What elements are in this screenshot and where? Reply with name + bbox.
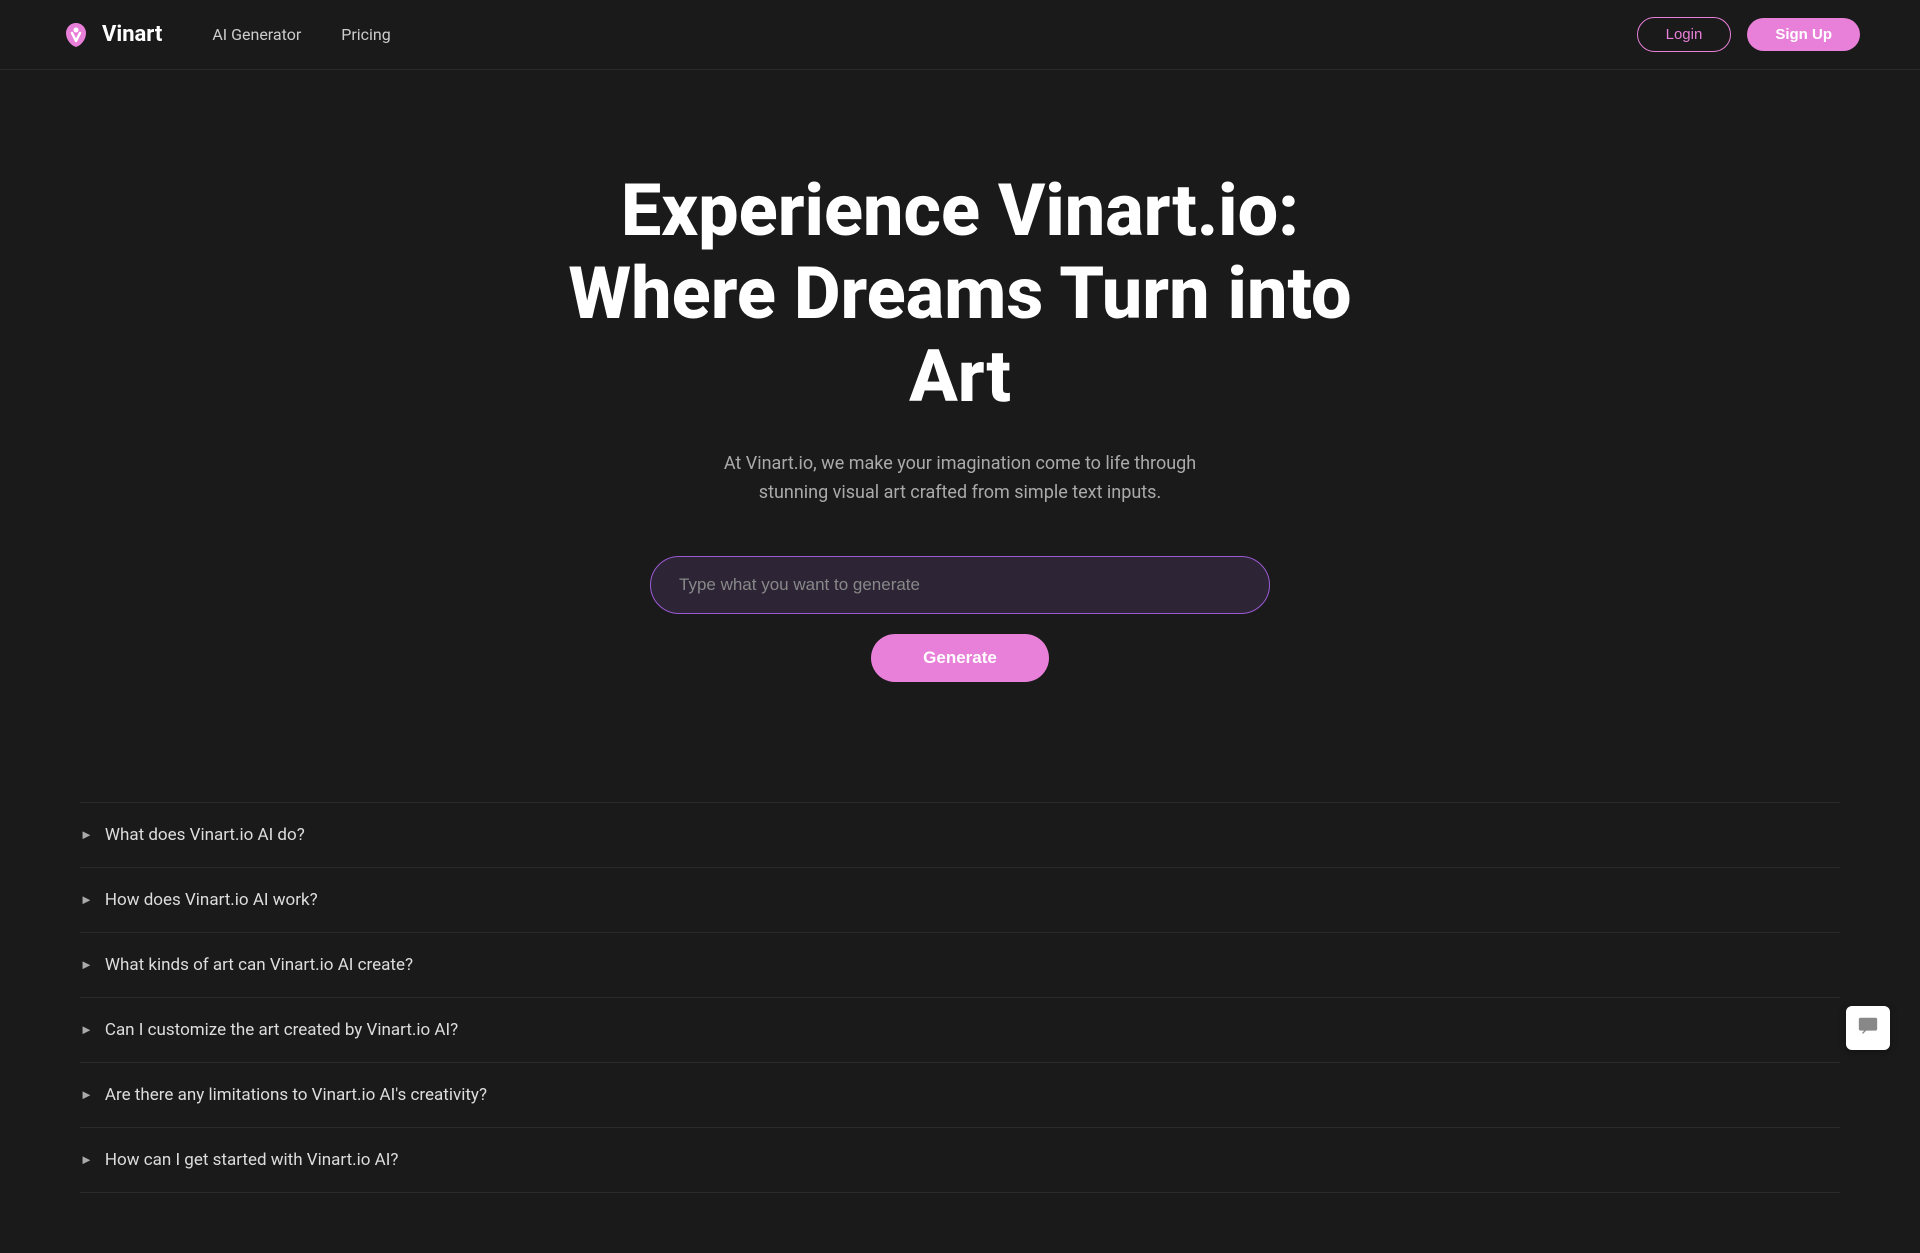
faq-question-4: Can I customize the art created by Vinar… [105,1020,458,1040]
hero-section: Experience Vinart.io:Where Dreams Turn i… [0,70,1920,742]
faq-item-1[interactable]: ► What does Vinart.io AI do? [80,802,1840,868]
navbar-right: Login Sign Up [1637,17,1860,52]
nav-links: AI Generator Pricing [212,25,390,44]
faq-question-2: How does Vinart.io AI work? [105,890,318,910]
faq-question-1: What does Vinart.io AI do? [105,825,305,845]
faq-arrow-1: ► [80,827,93,843]
nav-link-ai-generator[interactable]: AI Generator [212,25,301,44]
nav-link-pricing[interactable]: Pricing [341,25,391,44]
faq-item-6[interactable]: ► How can I get started with Vinart.io A… [80,1128,1840,1193]
generate-input[interactable] [650,556,1270,614]
logo-icon [60,19,92,51]
faq-question-3: What kinds of art can Vinart.io AI creat… [105,955,413,975]
hero-title: Experience Vinart.io:Where Dreams Turn i… [568,170,1351,418]
faq-arrow-4: ► [80,1022,93,1038]
hero-subtitle: At Vinart.io, we make your imagination c… [720,450,1200,508]
generate-button[interactable]: Generate [871,634,1049,682]
generate-form: Generate [650,556,1270,682]
faq-arrow-5: ► [80,1087,93,1103]
faq-item-5[interactable]: ► Are there any limitations to Vinart.io… [80,1063,1840,1128]
faq-item-4[interactable]: ► Can I customize the art created by Vin… [80,998,1840,1063]
faq-arrow-3: ► [80,957,93,973]
faq-section: ► What does Vinart.io AI do? ► How does … [0,742,1920,1253]
faq-arrow-6: ► [80,1152,93,1168]
chat-widget[interactable] [1846,1006,1890,1050]
navbar-left: Vinart AI Generator Pricing [60,19,391,51]
faq-item-3[interactable]: ► What kinds of art can Vinart.io AI cre… [80,933,1840,998]
chat-icon [1857,1015,1879,1042]
signup-button[interactable]: Sign Up [1747,18,1860,51]
logo-text: Vinart [102,22,162,47]
logo[interactable]: Vinart [60,19,162,51]
faq-question-5: Are there any limitations to Vinart.io A… [105,1085,487,1105]
faq-arrow-2: ► [80,892,93,908]
navbar: Vinart AI Generator Pricing Login Sign U… [0,0,1920,70]
faq-question-6: How can I get started with Vinart.io AI? [105,1150,399,1170]
faq-item-2[interactable]: ► How does Vinart.io AI work? [80,868,1840,933]
login-button[interactable]: Login [1637,17,1732,52]
